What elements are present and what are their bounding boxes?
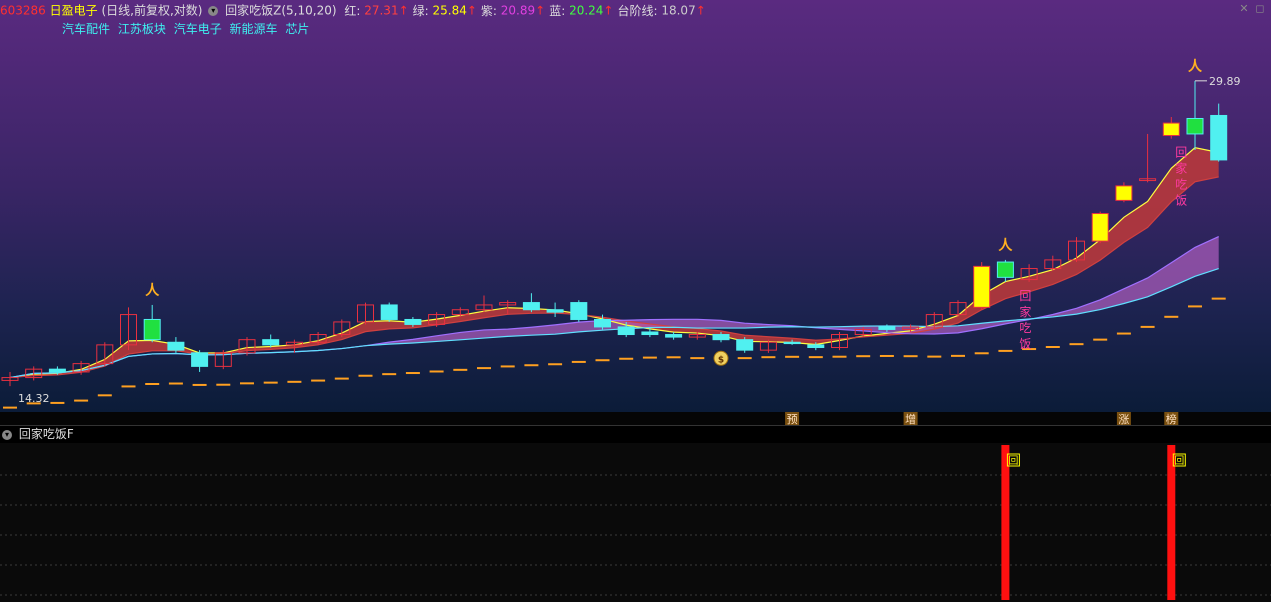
candle-body (191, 352, 209, 367)
signal-strip (0, 412, 1271, 425)
tag[interactable]: 汽车配件 (62, 22, 110, 36)
candle-body (48, 368, 66, 373)
sub-signal-bar (1001, 445, 1010, 600)
tag[interactable]: 江苏板块 (118, 22, 166, 36)
window-menu-icon[interactable]: ◻ (1254, 3, 1266, 15)
tag[interactable]: 汽车电子 (174, 22, 222, 36)
candle-body (1186, 117, 1204, 135)
vertical-signal-text: 家 (1019, 304, 1031, 319)
vertical-signal-text: 回 (1175, 146, 1187, 160)
indicator-value: 25.84 (432, 3, 467, 18)
candle-body (736, 339, 754, 351)
vertical-signal-text: 饭 (1019, 337, 1031, 351)
candle-body (712, 334, 730, 341)
indicator-value-label: 台阶线: (617, 3, 662, 18)
up-arrow-icon: ↑ (398, 3, 409, 18)
indicator-value: 27.31 (364, 3, 399, 18)
indicator-value-label: 蓝: (549, 3, 570, 18)
sub-indicator-toggle-icon[interactable]: ▾ (2, 429, 12, 440)
indicator-value-label: 紫: (480, 3, 501, 18)
candle-body (570, 302, 588, 320)
strip-label: 榜 (1166, 412, 1177, 426)
indicator-value: 20.24 (569, 3, 604, 18)
candle-body (641, 331, 659, 336)
vertical-signal-text: 饭 (1175, 194, 1187, 208)
indicator-value-label: 红: (344, 3, 365, 18)
indicator-name: 回家吃饭Z(5,10,20) (225, 3, 337, 18)
strip-label: 增 (905, 412, 916, 426)
candle-body (807, 344, 825, 349)
chart-header: 603286 日盈电子 (日线,前复权,对数) ▾ 回家吃饭Z(5,10,20)… (0, 0, 1271, 20)
sub-panel-header: ▾ 回家吃饭F (0, 425, 74, 443)
indicator-value: 18.07 (661, 3, 696, 18)
candle-body (617, 326, 635, 336)
up-arrow-icon: ↑ (466, 3, 477, 18)
candle-body (404, 318, 422, 325)
candle-body (522, 302, 540, 311)
candle-body (167, 341, 185, 351)
vertical-signal-text: 吃 (1019, 321, 1031, 335)
low-price-label: 14.32 (18, 392, 50, 405)
candle-body (878, 326, 896, 330)
vertical-signal-text: 回 (1019, 289, 1031, 303)
vertical-signal-text: 家 (1175, 161, 1187, 176)
up-arrow-icon: ↑ (603, 3, 614, 18)
money-bag-symbol: $ (718, 355, 724, 365)
candle-body (1210, 114, 1228, 161)
stock-chart: 29.8914.32人人人$回家吃饭回家吃饭预增涨榜回回 (0, 0, 1271, 602)
sub-panel-background (0, 443, 1271, 602)
person-signal-icon: 人 (145, 282, 160, 299)
candle-body (546, 309, 564, 313)
candle-body (665, 334, 683, 338)
candle-body (1115, 185, 1133, 201)
candle-body (262, 339, 280, 346)
concept-tags: 汽车配件 江苏板块 汽车电子 新能源车 芯片 (62, 20, 313, 38)
candle-body (783, 341, 801, 345)
candle-body (1162, 122, 1180, 137)
tag[interactable]: 新能源车 (230, 22, 278, 36)
tag[interactable]: 芯片 (285, 22, 309, 36)
up-arrow-icon: ↑ (535, 3, 546, 18)
candle-body (594, 318, 611, 328)
candle-body (996, 261, 1014, 278)
sub-signal-bar (1167, 445, 1176, 600)
high-price-label: 29.89 (1209, 75, 1241, 88)
sub-signal-label: 回 (1008, 455, 1018, 467)
indicator-value: 20.89 (500, 3, 536, 18)
strip-label: 涨 (1118, 413, 1129, 426)
candle-body (1091, 213, 1109, 242)
candle-body (380, 304, 398, 320)
up-arrow-icon: ↑ (695, 3, 706, 18)
person-signal-icon: 人 (1188, 58, 1203, 75)
strip-label: 预 (787, 413, 798, 426)
candle-body (973, 265, 991, 308)
vertical-signal-text: 吃 (1175, 178, 1187, 192)
indicator-values: 红: 27.31↑ 绿: 25.84↑ 紫: 20.89↑ 蓝: 20.24↑ 台阶线:… (340, 3, 706, 18)
indicator-value-label: 绿: (412, 3, 433, 18)
stock-name: 日盈电子 (49, 3, 98, 18)
sub-signal-label: 回 (1174, 455, 1184, 467)
indicator-toggle-icon[interactable]: ▾ (208, 5, 219, 16)
person-signal-icon: 人 (998, 237, 1013, 254)
chart-mode: (日线,前复权,对数) (101, 3, 203, 18)
window-close-icon[interactable]: ✕ (1238, 3, 1250, 15)
stock-code: 603286 (0, 3, 46, 18)
sub-panel-title: 回家吃饭F (18, 427, 74, 441)
candle-body (143, 318, 161, 341)
